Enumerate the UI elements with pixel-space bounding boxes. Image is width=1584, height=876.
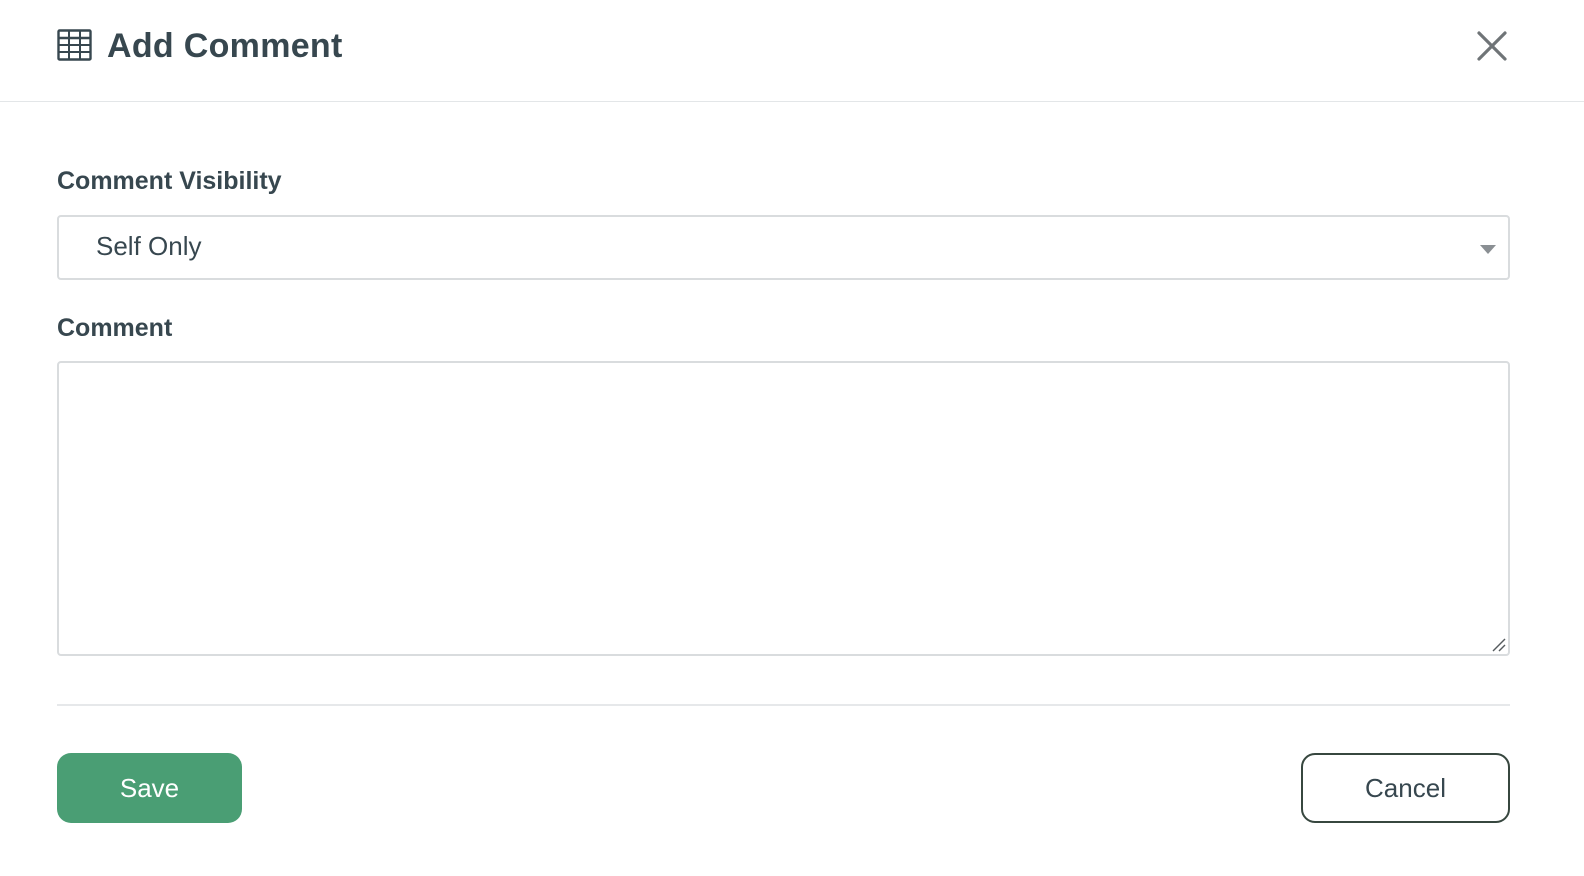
dialog-title: Add Comment	[107, 27, 343, 65]
comment-textarea[interactable]	[57, 361, 1510, 656]
select-value: Self Only	[96, 231, 202, 261]
resize-handle-icon[interactable]	[1490, 636, 1506, 652]
comment-label: Comment	[57, 314, 173, 342]
grid-table-icon	[57, 29, 92, 61]
footer-divider	[57, 704, 1510, 706]
chevron-down-icon	[1480, 245, 1496, 254]
comment-visibility-select[interactable]: Self Only	[57, 215, 1510, 280]
close-icon[interactable]	[1474, 28, 1510, 64]
save-button[interactable]: Save	[57, 753, 242, 823]
comment-visibility-label: Comment Visibility	[57, 167, 282, 195]
dialog-header: Add Comment	[0, 0, 1584, 102]
add-comment-dialog: Add Comment Comment Visibility Self Only…	[0, 0, 1584, 876]
cancel-button[interactable]: Cancel	[1301, 753, 1510, 823]
